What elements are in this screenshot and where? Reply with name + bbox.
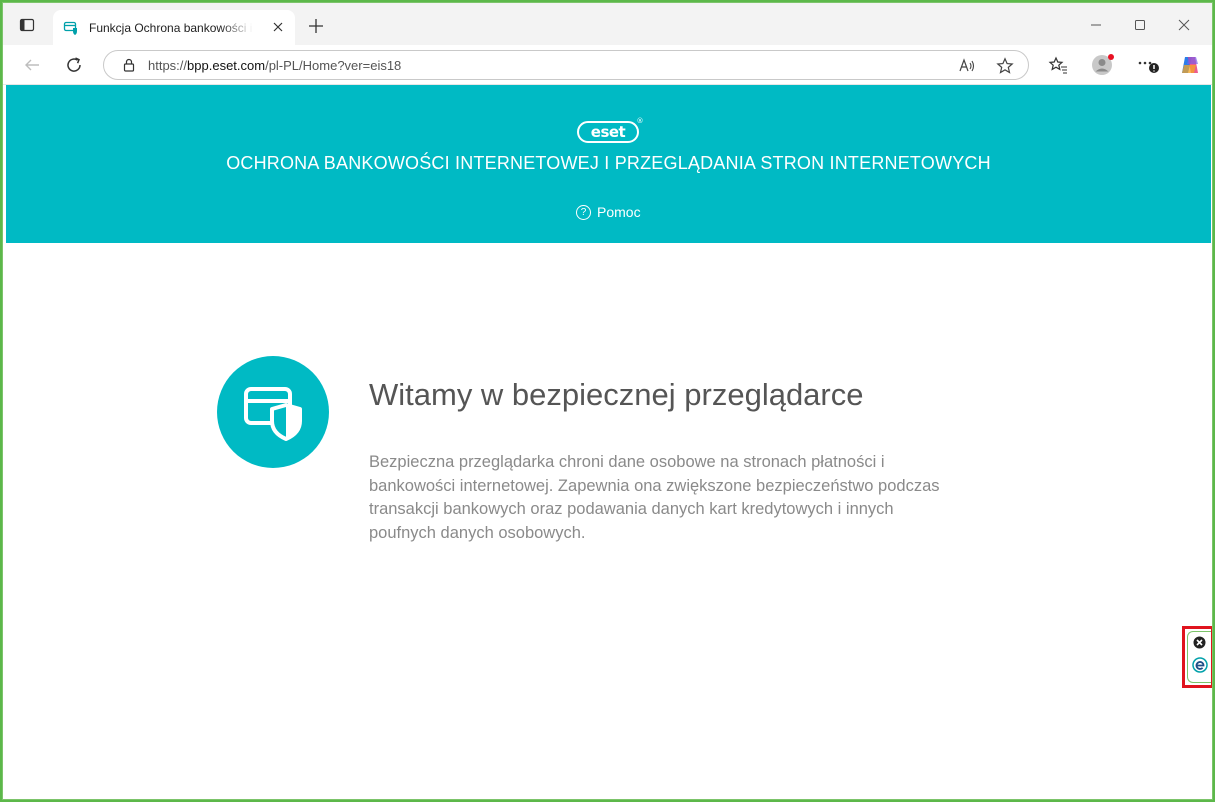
star-icon bbox=[996, 57, 1014, 74]
close-icon bbox=[273, 22, 283, 32]
close-icon bbox=[1193, 636, 1206, 649]
back-button[interactable] bbox=[17, 51, 47, 79]
copilot-icon bbox=[1182, 57, 1198, 73]
refresh-button[interactable] bbox=[59, 51, 89, 79]
eset-logo: eset ® bbox=[577, 117, 643, 143]
favicon-icon bbox=[63, 20, 79, 36]
close-icon bbox=[1178, 19, 1190, 31]
address-bar[interactable]: https://bpp.eset.com/pl-PL/Home?ver=eis1… bbox=[103, 50, 1029, 80]
more-icon bbox=[1138, 61, 1159, 73]
minimize-button[interactable] bbox=[1076, 11, 1116, 39]
maximize-icon bbox=[1135, 20, 1145, 30]
welcome-description: Bezpieczna przeglądarka chroni dane osob… bbox=[369, 453, 940, 542]
refresh-icon bbox=[67, 57, 81, 72]
tab-actions-icon bbox=[19, 18, 35, 32]
profile-icon bbox=[1092, 54, 1114, 75]
url-text[interactable]: https://bpp.eset.com/pl-PL/Home?ver=eis1… bbox=[148, 58, 401, 73]
window-close-button[interactable] bbox=[1164, 11, 1204, 39]
tab-actions-button[interactable] bbox=[13, 13, 41, 37]
tab-title: Funkcja Ochrona bankowości internetowej bbox=[89, 20, 253, 35]
welcome-title: Witamy w bezpiecznej przeglądarce bbox=[369, 377, 864, 412]
card-shield-icon bbox=[244, 387, 302, 441]
browser-window: Funkcja Ochrona bankowości internetowej bbox=[2, 2, 1213, 800]
favorites-icon bbox=[1048, 56, 1067, 74]
eset-icon bbox=[1191, 657, 1208, 674]
more-button[interactable] bbox=[1133, 51, 1163, 79]
eset-side-widget bbox=[1182, 626, 1212, 688]
widget-close-button[interactable] bbox=[1193, 636, 1206, 654]
eset-side-panel bbox=[1187, 631, 1211, 683]
page-header-title: OCHRONA BANKOWOŚCI INTERNETOWEJ I PRZEGL… bbox=[226, 153, 991, 173]
plus-icon bbox=[309, 19, 323, 33]
eset-widget-button[interactable] bbox=[1191, 657, 1208, 678]
lock-icon[interactable] bbox=[122, 58, 136, 72]
read-aloud-icon bbox=[959, 58, 975, 72]
copilot-button[interactable] bbox=[1175, 51, 1205, 79]
new-tab-button[interactable] bbox=[305, 15, 327, 37]
tab-close-button[interactable] bbox=[271, 20, 285, 34]
help-link[interactable]: ? Pomoc bbox=[576, 204, 641, 220]
back-icon bbox=[25, 59, 39, 71]
minimize-icon bbox=[1091, 24, 1101, 26]
read-aloud-button[interactable] bbox=[956, 55, 978, 77]
tab-strip: Funkcja Ochrona bankowości internetowej bbox=[3, 3, 1212, 45]
profile-button[interactable] bbox=[1088, 51, 1118, 79]
maximize-button[interactable] bbox=[1120, 11, 1160, 39]
tab-active[interactable]: Funkcja Ochrona bankowości internetowej bbox=[53, 10, 295, 45]
favorite-star-button[interactable] bbox=[994, 55, 1016, 77]
navigation-toolbar: https://bpp.eset.com/pl-PL/Home?ver=eis1… bbox=[3, 45, 1212, 85]
favorites-button[interactable] bbox=[1043, 51, 1073, 79]
card-shield-badge bbox=[217, 356, 329, 468]
web-page: eset ® OCHRONA BANKOWOŚCI INTERNETOWEJ I… bbox=[3, 85, 1212, 799]
help-icon: ? bbox=[576, 204, 591, 220]
header-banner: eset ® OCHRONA BANKOWOŚCI INTERNETOWEJ I… bbox=[6, 85, 1211, 243]
